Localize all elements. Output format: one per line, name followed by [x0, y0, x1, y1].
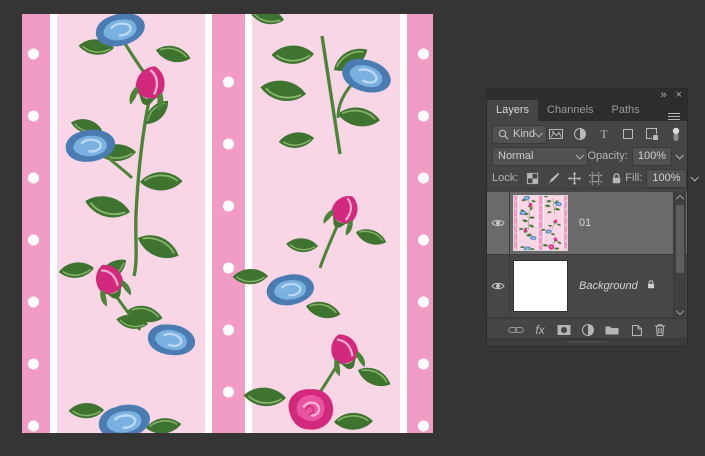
lock-image-pixels-button[interactable] — [544, 169, 562, 187]
smart-object-filter-button[interactable] — [643, 125, 661, 143]
half-circle-icon — [572, 126, 588, 142]
visibility-toggle[interactable] — [487, 192, 510, 254]
image-icon — [548, 126, 564, 142]
layer-row-background[interactable]: Background — [487, 255, 687, 318]
artboard-icon — [588, 171, 603, 186]
scroll-up-icon[interactable] — [676, 195, 684, 203]
link-icon — [508, 322, 524, 338]
scrollbar-thumb[interactable] — [676, 205, 684, 273]
pixel-layers-filter-button[interactable] — [547, 125, 565, 143]
tab-layers[interactable]: Layers — [487, 100, 538, 121]
lock-position-button[interactable] — [565, 169, 583, 187]
fx-icon: fx — [535, 324, 544, 336]
chevron-down-icon — [575, 151, 583, 159]
lock-artboard-button[interactable] — [586, 169, 604, 187]
layers-panel: » × Layers Channels Paths Kind — [486, 88, 688, 347]
layer-list-scrollbar[interactable] — [673, 192, 686, 318]
adjustment-layers-filter-button[interactable] — [571, 125, 589, 143]
floral-pattern-artwork — [22, 14, 433, 433]
trash-icon — [652, 322, 668, 338]
layer-name: Background — [579, 280, 638, 292]
panel-tab-bar: » × Layers Channels Paths — [487, 89, 687, 121]
blend-row: Normal Opacity: 100% — [487, 146, 687, 166]
layer-locked-icon — [645, 278, 657, 294]
opacity-label: Opacity: — [588, 150, 628, 162]
collapse-panel-icon[interactable]: » — [660, 90, 666, 101]
layer-thumbnail[interactable] — [513, 260, 568, 312]
fill-label: Fill: — [625, 172, 642, 184]
padlock-icon — [645, 278, 657, 291]
svg-text:T: T — [600, 127, 608, 141]
new-layer-icon — [628, 322, 644, 338]
scroll-down-icon[interactable] — [676, 307, 684, 315]
lock-all-button[interactable] — [607, 169, 625, 187]
layer-filter-row: Kind — [487, 124, 687, 144]
new-group-button[interactable] — [603, 321, 621, 339]
brush-icon — [546, 171, 561, 186]
layer-style-button[interactable]: fx — [531, 321, 549, 339]
toggle-icon — [668, 126, 684, 142]
layer-row-01[interactable]: 01 — [487, 192, 687, 255]
move-icon — [567, 171, 582, 186]
layer-name: 01 — [579, 217, 591, 229]
layer-mask-icon — [556, 322, 572, 338]
close-panel-icon[interactable]: × — [676, 90, 682, 101]
type-layers-filter-button[interactable]: T — [595, 125, 613, 143]
eye-icon — [491, 281, 505, 291]
document-canvas[interactable] — [22, 14, 433, 433]
search-icon — [498, 129, 509, 140]
blend-mode-dropdown[interactable]: Normal — [492, 147, 588, 166]
tab-channels[interactable]: Channels — [538, 100, 602, 121]
type-icon: T — [596, 126, 612, 142]
tab-paths[interactable]: Paths — [603, 100, 649, 121]
chevron-down-icon[interactable] — [675, 151, 683, 159]
add-layer-mask-button[interactable] — [555, 321, 573, 339]
chevron-down-icon[interactable] — [690, 173, 698, 181]
filter-toggle-switch[interactable] — [667, 125, 685, 143]
new-adjustment-layer-button[interactable] — [579, 321, 597, 339]
square-icon — [620, 126, 636, 142]
layer-thumbnail[interactable] — [513, 195, 568, 251]
lock-transparent-pixels-button[interactable] — [523, 169, 541, 187]
fill-value-field[interactable]: 100% — [646, 169, 686, 188]
filter-kind-dropdown[interactable]: Kind — [492, 125, 547, 144]
smart-object-icon — [644, 126, 660, 142]
eye-icon — [491, 218, 505, 228]
link-layers-button[interactable] — [507, 321, 525, 339]
padlock-icon — [609, 171, 624, 186]
pattern-thumbnail-image — [514, 196, 567, 250]
lock-label: Lock: — [492, 172, 518, 184]
visibility-toggle[interactable] — [487, 255, 510, 317]
filter-kind-label: Kind — [513, 128, 535, 140]
new-layer-button[interactable] — [627, 321, 645, 339]
delete-layer-button[interactable] — [651, 321, 669, 339]
shape-layers-filter-button[interactable] — [619, 125, 637, 143]
panel-menu-icon[interactable] — [668, 113, 680, 114]
chevron-down-icon — [534, 129, 542, 137]
panel-resize-strip[interactable] — [487, 338, 687, 346]
folder-icon — [604, 322, 620, 338]
layers-panel-body: Kind — [487, 121, 687, 346]
opacity-value-field[interactable]: 100% — [632, 147, 672, 166]
lock-row: Lock: — [487, 168, 687, 189]
adjustment-circle-icon — [580, 322, 596, 338]
layer-list: 01 Background — [487, 192, 687, 318]
checkerboard-icon — [525, 171, 540, 186]
blend-mode-value: Normal — [498, 150, 533, 162]
